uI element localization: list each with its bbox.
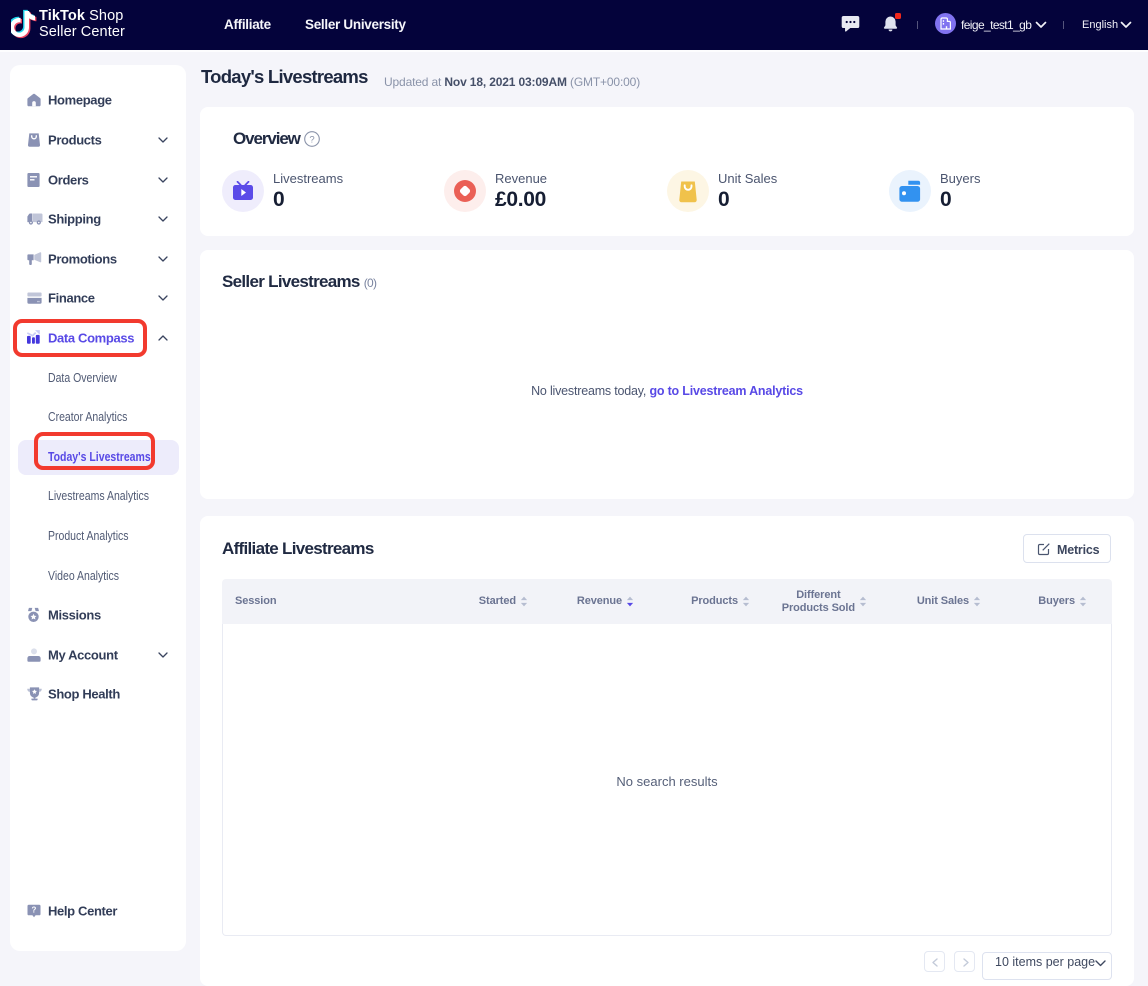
svg-text:?: ? — [309, 134, 314, 145]
svg-text:?: ? — [32, 906, 37, 915]
